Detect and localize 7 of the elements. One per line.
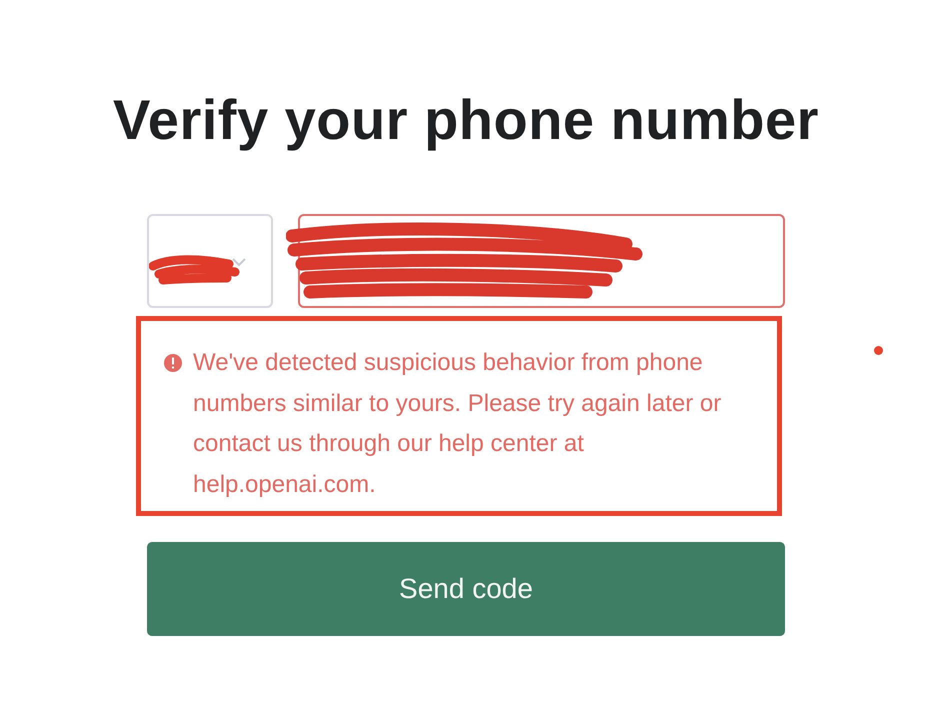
send-code-button[interactable]: Send code [147,542,785,636]
error-message: We've detected suspicious behavior from phone numbers similar to yours. Please try again later or contact us through our help center at help.openai.com. [193,348,722,500]
page-title: Verify your phone number [113,87,819,153]
alert-icon [163,353,183,373]
chevron-icon [231,256,247,268]
annotation-dot [874,346,883,355]
country-select[interactable] [147,214,273,308]
